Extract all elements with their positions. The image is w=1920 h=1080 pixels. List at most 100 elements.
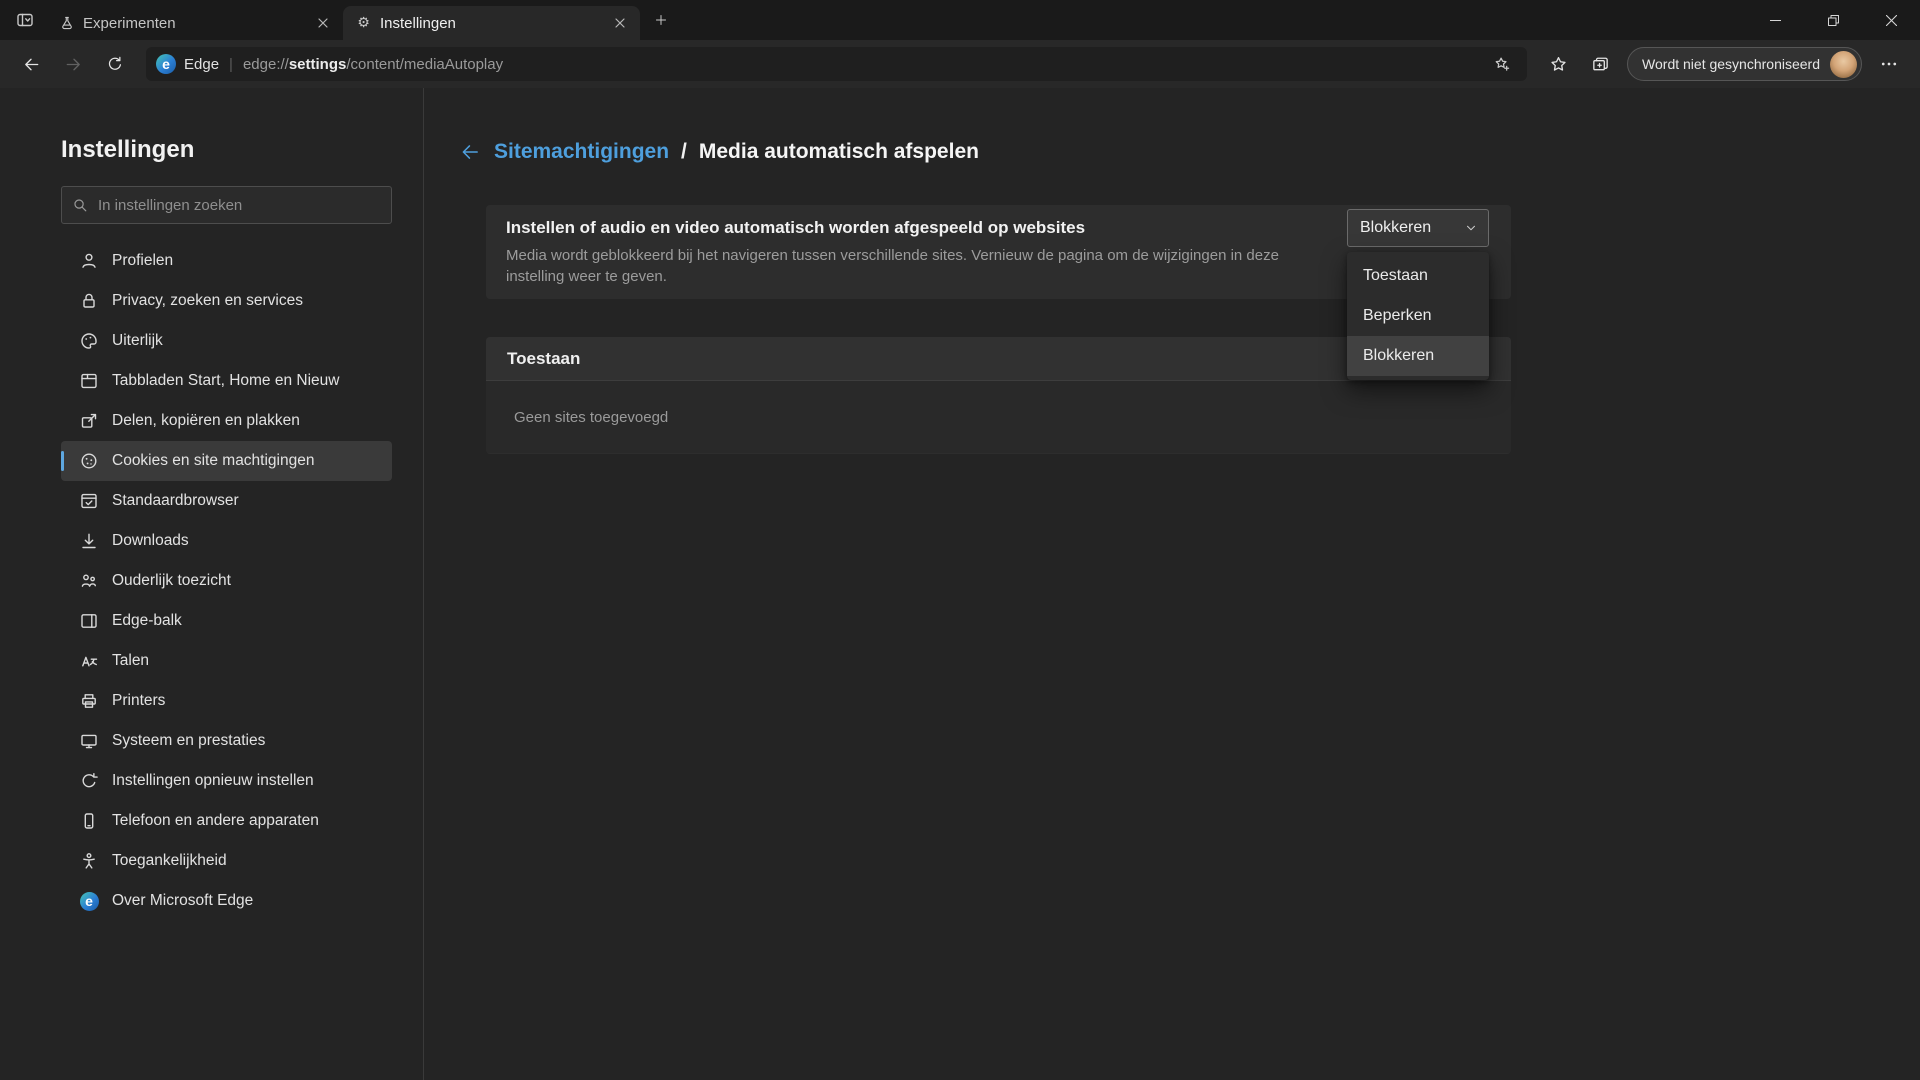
search-input[interactable] xyxy=(98,197,381,214)
tab-actions-menu-button[interactable] xyxy=(8,4,42,36)
sidebar-item-talen[interactable]: Talen xyxy=(61,641,392,681)
breadcrumb-parent-link[interactable]: Sitemachtigingen xyxy=(494,140,669,164)
system-icon xyxy=(79,731,99,751)
url-path: /content/mediaAutoplay xyxy=(346,56,503,73)
edge-bar-icon xyxy=(79,611,99,631)
download-icon xyxy=(79,531,99,551)
back-arrow-icon xyxy=(22,55,41,74)
sidebar-item-delen[interactable]: Delen, kopiëren en plakken xyxy=(61,401,392,441)
tab-close-icon[interactable] xyxy=(608,11,632,35)
breadcrumb-back-button[interactable] xyxy=(458,140,482,164)
address-bar[interactable]: Edge | edge://settings/content/mediaAuto… xyxy=(146,47,1527,81)
sidebar-item-label: Printers xyxy=(112,692,165,710)
close-window-button[interactable] xyxy=(1862,0,1920,40)
person-icon xyxy=(79,251,99,271)
collections-icon xyxy=(1591,55,1610,74)
dropdown-value: Blokkeren xyxy=(1360,219,1431,237)
sidebar-item-edge-balk[interactable]: Edge-balk xyxy=(61,601,392,641)
profile-button[interactable]: Wordt niet gesynchroniseerd xyxy=(1627,47,1862,81)
sidebar-item-label: Delen, kopiëren en plakken xyxy=(112,412,300,430)
add-favorite-star-icon xyxy=(1493,55,1511,73)
sidebar-item-systeem[interactable]: Systeem en prestaties xyxy=(61,721,392,761)
settings-content: Sitemachtigingen / Media automatisch afs… xyxy=(424,88,1920,1080)
sidebar-item-toegankelijkheid[interactable]: Toegankelijkheid xyxy=(61,841,392,881)
sidebar-item-opnieuw-instellen[interactable]: Instellingen opnieuw instellen xyxy=(61,761,392,801)
restore-icon xyxy=(1828,15,1839,26)
sidebar-item-uiterlijk[interactable]: Uiterlijk xyxy=(61,321,392,361)
tab-actions-icon xyxy=(15,10,35,30)
chevron-down-icon xyxy=(1464,221,1478,235)
dropdown-option-beperken[interactable]: Beperken xyxy=(1347,296,1489,336)
sidebar-item-cookies[interactable]: Cookies en site machtigingen xyxy=(61,441,392,481)
address-separator: | xyxy=(227,56,235,73)
breadcrumb: Sitemachtigingen / Media automatisch afs… xyxy=(458,140,979,164)
dropdown-option-blokkeren[interactable]: Blokkeren xyxy=(1347,336,1489,376)
sidebar-item-label: Over Microsoft Edge xyxy=(112,892,253,910)
sidebar-item-profielen[interactable]: Profielen xyxy=(61,241,392,281)
printer-icon xyxy=(79,691,99,711)
settings-and-more-button[interactable] xyxy=(1870,46,1908,82)
sidebar-item-label: Tabbladen Start, Home en Nieuw xyxy=(112,372,339,390)
settings-nav: Profielen Privacy, zoeken en services Ui… xyxy=(61,241,392,921)
sidebar-item-telefoon[interactable]: Telefoon en andere apparaten xyxy=(61,801,392,841)
settings-search[interactable] xyxy=(61,186,392,224)
edge-logo-icon xyxy=(156,54,176,74)
reset-icon xyxy=(79,771,99,791)
sidebar-item-label: Downloads xyxy=(112,532,189,550)
sidebar-item-over-edge[interactable]: Over Microsoft Edge xyxy=(61,881,392,921)
avatar xyxy=(1830,51,1857,78)
sidebar-item-label: Talen xyxy=(112,652,149,670)
tab-label: Experimenten xyxy=(83,15,303,32)
accessibility-icon xyxy=(79,851,99,871)
sidebar-item-downloads[interactable]: Downloads xyxy=(61,521,392,561)
privacy-lock-icon xyxy=(79,291,99,311)
autoplay-setting-title: Instellen of audio en video automatisch … xyxy=(506,218,1491,238)
minimize-button[interactable] xyxy=(1746,0,1804,40)
sidebar-item-tabbladen[interactable]: Tabbladen Start, Home en Nieuw xyxy=(61,361,392,401)
appearance-icon xyxy=(79,331,99,351)
sidebar-item-label: Systeem en prestaties xyxy=(112,732,265,750)
close-icon xyxy=(1886,15,1897,26)
tab-experimenten[interactable]: Experimenten xyxy=(46,6,343,40)
new-tab-button[interactable] xyxy=(646,5,676,35)
sidebar-item-privacy[interactable]: Privacy, zoeken en services xyxy=(61,281,392,321)
page-title: Instellingen xyxy=(61,136,392,164)
dropdown-option-toestaan[interactable]: Toestaan xyxy=(1347,256,1489,296)
cookies-icon xyxy=(79,451,99,471)
restore-button[interactable] xyxy=(1804,0,1862,40)
flask-icon xyxy=(58,15,75,32)
sync-status-label: Wordt niet gesynchroniseerd xyxy=(1642,56,1820,72)
sidebar-item-label: Toegankelijkheid xyxy=(112,852,227,870)
tab-label: Instellingen xyxy=(380,15,600,32)
back-arrow-icon xyxy=(459,141,481,163)
phone-icon xyxy=(79,811,99,831)
url-host: settings xyxy=(289,56,347,73)
tab-instellingen[interactable]: ⚙ Instellingen xyxy=(343,6,640,40)
search-icon xyxy=(72,197,89,214)
more-ellipsis-icon xyxy=(1880,55,1898,73)
tab-close-icon[interactable] xyxy=(311,11,335,35)
sidebar-item-standaardbrowser[interactable]: Standaardbrowser xyxy=(61,481,392,521)
collections-button[interactable] xyxy=(1581,46,1619,82)
back-button[interactable] xyxy=(12,46,50,82)
sidebar-item-label: Cookies en site machtigingen xyxy=(112,452,314,470)
sidebar-item-printers[interactable]: Printers xyxy=(61,681,392,721)
gear-icon: ⚙ xyxy=(355,15,372,32)
reload-button[interactable] xyxy=(96,46,134,82)
address-engine-label: Edge xyxy=(184,56,219,73)
add-favorite-button[interactable] xyxy=(1487,49,1517,79)
sidebar-item-ouderlijk-toezicht[interactable]: Ouderlijk toezicht xyxy=(61,561,392,601)
breadcrumb-current-title: Media automatisch afspelen xyxy=(699,140,979,164)
autoplay-setting-description: Media wordt geblokkeerd bij het navigere… xyxy=(506,245,1306,287)
autoplay-dropdown-button[interactable]: Blokkeren xyxy=(1347,209,1489,247)
favorites-star-icon xyxy=(1549,55,1568,74)
forward-button[interactable] xyxy=(54,46,92,82)
forward-arrow-icon xyxy=(64,55,83,74)
plus-icon xyxy=(654,13,668,27)
sidebar-item-label: Uiterlijk xyxy=(112,332,163,350)
favorites-button[interactable] xyxy=(1539,46,1577,82)
address-url: edge://settings/content/mediaAutoplay xyxy=(243,56,1479,73)
settings-sidebar: Instellingen Profielen Privacy, zoeken e… xyxy=(0,88,424,1080)
reload-icon xyxy=(106,55,124,73)
sidebar-item-label: Privacy, zoeken en services xyxy=(112,292,303,310)
